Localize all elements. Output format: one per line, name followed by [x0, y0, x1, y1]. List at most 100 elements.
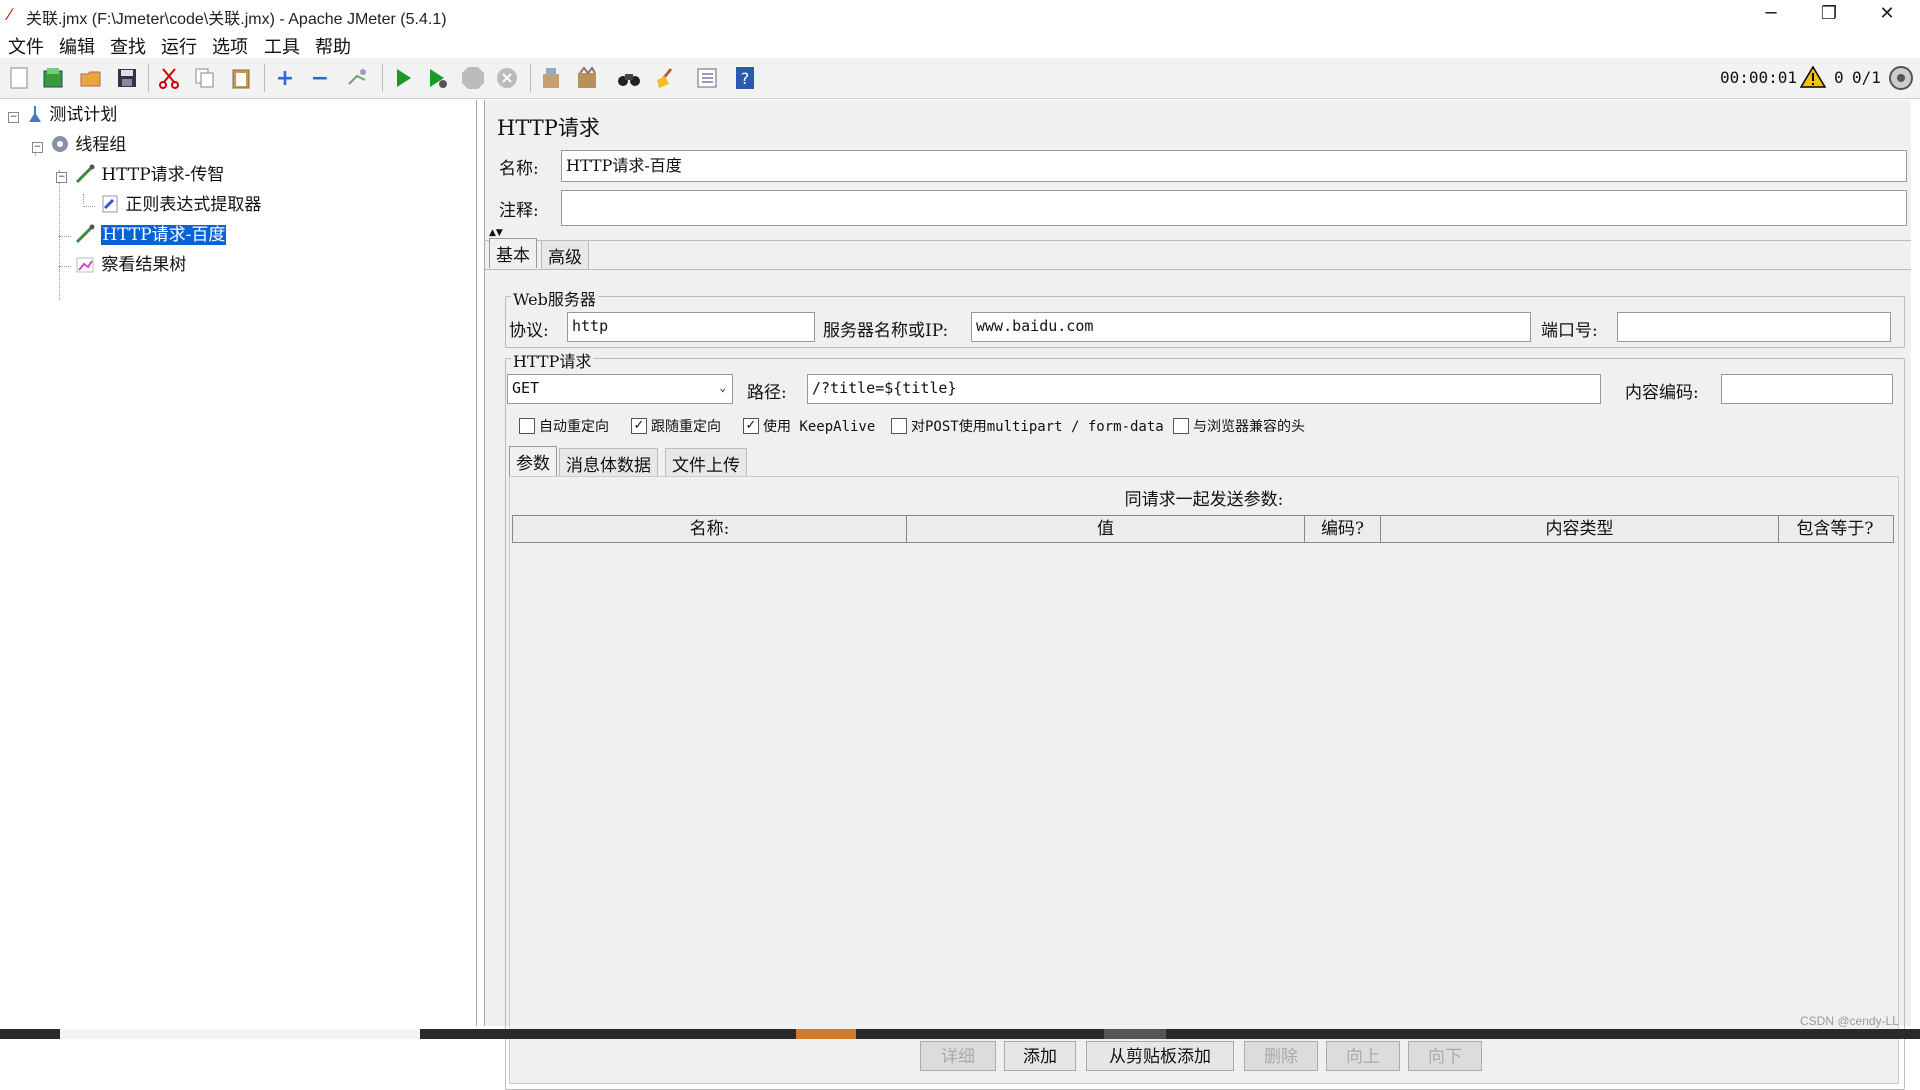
reset-search-broom-icon[interactable] [650, 63, 680, 93]
tree-item-label: HTTP请求-传智 [101, 165, 225, 185]
menu-tools[interactable]: 工具 [264, 33, 300, 59]
browser-headers-checkbox[interactable] [1173, 418, 1189, 434]
comment-field[interactable] [561, 190, 1907, 226]
stop-icon[interactable] [458, 63, 488, 93]
move-down-button[interactable]: 向下 [1408, 1041, 1482, 1071]
tab-advanced[interactable]: 高级 [541, 240, 589, 270]
menu-run[interactable]: 运行 [161, 33, 197, 59]
taskbar-segment [60, 1029, 420, 1039]
toolbar-separator [382, 64, 383, 92]
open-folder-icon[interactable] [76, 63, 106, 93]
tree-item-regex-extractor[interactable]: 正则表达式提取器 [100, 192, 261, 218]
content-encoding-field[interactable] [1721, 374, 1893, 404]
multipart-label: 对POST使用multipart / form-data [911, 419, 1164, 435]
tab-file-upload[interactable]: 文件上传 [665, 448, 747, 478]
port-label: 端口号: [1541, 321, 1598, 341]
start-icon[interactable] [388, 63, 418, 93]
menu-options[interactable]: 选项 [212, 33, 248, 59]
warning-icon[interactable] [1799, 65, 1827, 94]
search-binoculars-icon[interactable] [614, 63, 644, 93]
templates-icon[interactable] [38, 63, 68, 93]
taskbar-segment [1104, 1029, 1166, 1039]
tab-basic[interactable]: 基本 [489, 238, 537, 268]
chevron-down-icon: ⌄ [719, 381, 726, 394]
http-request-panel: HTTP请求 名称: HTTP请求-百度 注释: ▲▼ 基本 高级 Web服务器… [484, 100, 1911, 1090]
method-value: GET [512, 379, 540, 397]
protocol-label: 协议: [509, 321, 549, 341]
collapse-toggle[interactable]: − [8, 112, 19, 123]
name-label: 名称: [499, 159, 539, 179]
tree-item-view-results-tree[interactable]: 察看结果树 [74, 252, 186, 278]
start-no-pauses-icon[interactable] [422, 63, 452, 93]
restore-button[interactable]: ❐ [1800, 0, 1858, 30]
paste-icon[interactable] [226, 63, 256, 93]
minimize-button[interactable]: ─ [1742, 0, 1800, 30]
watermark: CSDN @cendy-LL [1800, 1014, 1899, 1028]
browser-headers-label: 与浏览器兼容的头 [1193, 419, 1305, 435]
toolbar-separator [264, 64, 265, 92]
close-button[interactable]: ✕ [1858, 0, 1916, 30]
method-select[interactable]: GET ⌄ [507, 374, 733, 404]
menu-help[interactable]: 帮助 [315, 33, 351, 59]
name-field[interactable]: HTTP请求-百度 [561, 150, 1907, 182]
path-field[interactable]: /?title=${title} [807, 374, 1601, 404]
cut-icon[interactable] [154, 63, 184, 93]
function-helper-list-icon[interactable] [692, 63, 722, 93]
protocol-field[interactable]: http [567, 312, 815, 342]
help-icon[interactable]: ? [730, 63, 760, 93]
toggle-icon[interactable] [342, 63, 372, 93]
expand-all-icon[interactable]: + [270, 63, 300, 93]
multipart-checkbox[interactable] [891, 418, 907, 434]
column-header-content-type[interactable]: 内容类型 [1381, 516, 1779, 542]
remote-status-icon [1888, 65, 1914, 96]
menu-file[interactable]: 文件 [8, 33, 44, 59]
shutdown-icon[interactable] [492, 63, 522, 93]
column-header-value[interactable]: 值 [907, 516, 1305, 542]
menu-search[interactable]: 查找 [110, 33, 146, 59]
menu-edit[interactable]: 编辑 [59, 33, 95, 59]
keepalive-checkbox[interactable]: ✓ [743, 418, 759, 434]
params-table-body[interactable] [512, 543, 1894, 1043]
result-tree-icon [74, 255, 96, 275]
tree-item-thread-group[interactable]: 线程组 [50, 132, 126, 158]
add-from-clipboard-button[interactable]: 从剪贴板添加 [1086, 1041, 1234, 1071]
title-bar: ⁄ 关联.jmx (F:\Jmeter\code\关联.jmx) - Apach… [0, 0, 1920, 30]
new-icon[interactable] [4, 63, 34, 93]
params-caption: 同请求一起发送参数: [1124, 490, 1284, 510]
comment-label: 注释: [499, 201, 539, 221]
add-button[interactable]: 添加 [1004, 1041, 1076, 1071]
tree-item-test-plan[interactable]: 测试计划 [26, 102, 117, 128]
clear-all-icon[interactable] [572, 63, 602, 93]
auto-redirect-checkbox[interactable] [519, 418, 535, 434]
server-field[interactable]: www.baidu.com [971, 312, 1531, 342]
tree-item-http-request-chuanzhi[interactable]: HTTP请求-传智 [74, 162, 224, 188]
thread-group-gear-icon [50, 135, 70, 155]
regex-extractor-icon [100, 195, 120, 215]
server-label: 服务器名称或IP: [823, 321, 949, 341]
detail-button[interactable]: 详细 [920, 1041, 996, 1071]
elapsed-timer: 00:00:01 [1720, 68, 1798, 87]
clear-icon[interactable] [536, 63, 566, 93]
tree-item-http-request-baidu[interactable]: HTTP请求-百度 [74, 222, 227, 248]
http-sampler-pipette-icon [74, 224, 96, 245]
collapse-toggle[interactable]: − [32, 142, 43, 153]
column-header-encode[interactable]: 编码? [1305, 516, 1381, 542]
collapse-toggle[interactable]: − [56, 172, 67, 183]
move-up-button[interactable]: 向上 [1326, 1041, 1400, 1071]
tree-item-label: 正则表达式提取器 [125, 195, 262, 215]
follow-redirect-checkbox[interactable]: ✓ [631, 418, 647, 434]
port-field[interactable] [1617, 312, 1891, 342]
tab-parameters[interactable]: 参数 [509, 446, 557, 476]
tab-body-data[interactable]: 消息体数据 [559, 448, 658, 478]
copy-icon[interactable] [190, 63, 220, 93]
collapse-all-icon[interactable]: − [305, 63, 335, 93]
save-icon[interactable] [112, 63, 142, 93]
http-sampler-pipette-icon [74, 164, 96, 185]
content-encoding-label: 内容编码: [1625, 383, 1699, 403]
column-header-include-equals[interactable]: 包含等于? [1779, 516, 1891, 542]
menu-bar: 文件 编辑 查找 运行 选项 工具 帮助 [0, 30, 1920, 58]
test-plan-tree: − 测试计划 − 线程组 − HTTP请求-传智 正则表达式提取器 HTTP请求… [2, 100, 477, 1026]
delete-button[interactable]: 删除 [1244, 1041, 1318, 1071]
column-header-name[interactable]: 名称: [513, 516, 907, 542]
splitter-arrows-icon[interactable]: ▲▼ [489, 228, 503, 238]
